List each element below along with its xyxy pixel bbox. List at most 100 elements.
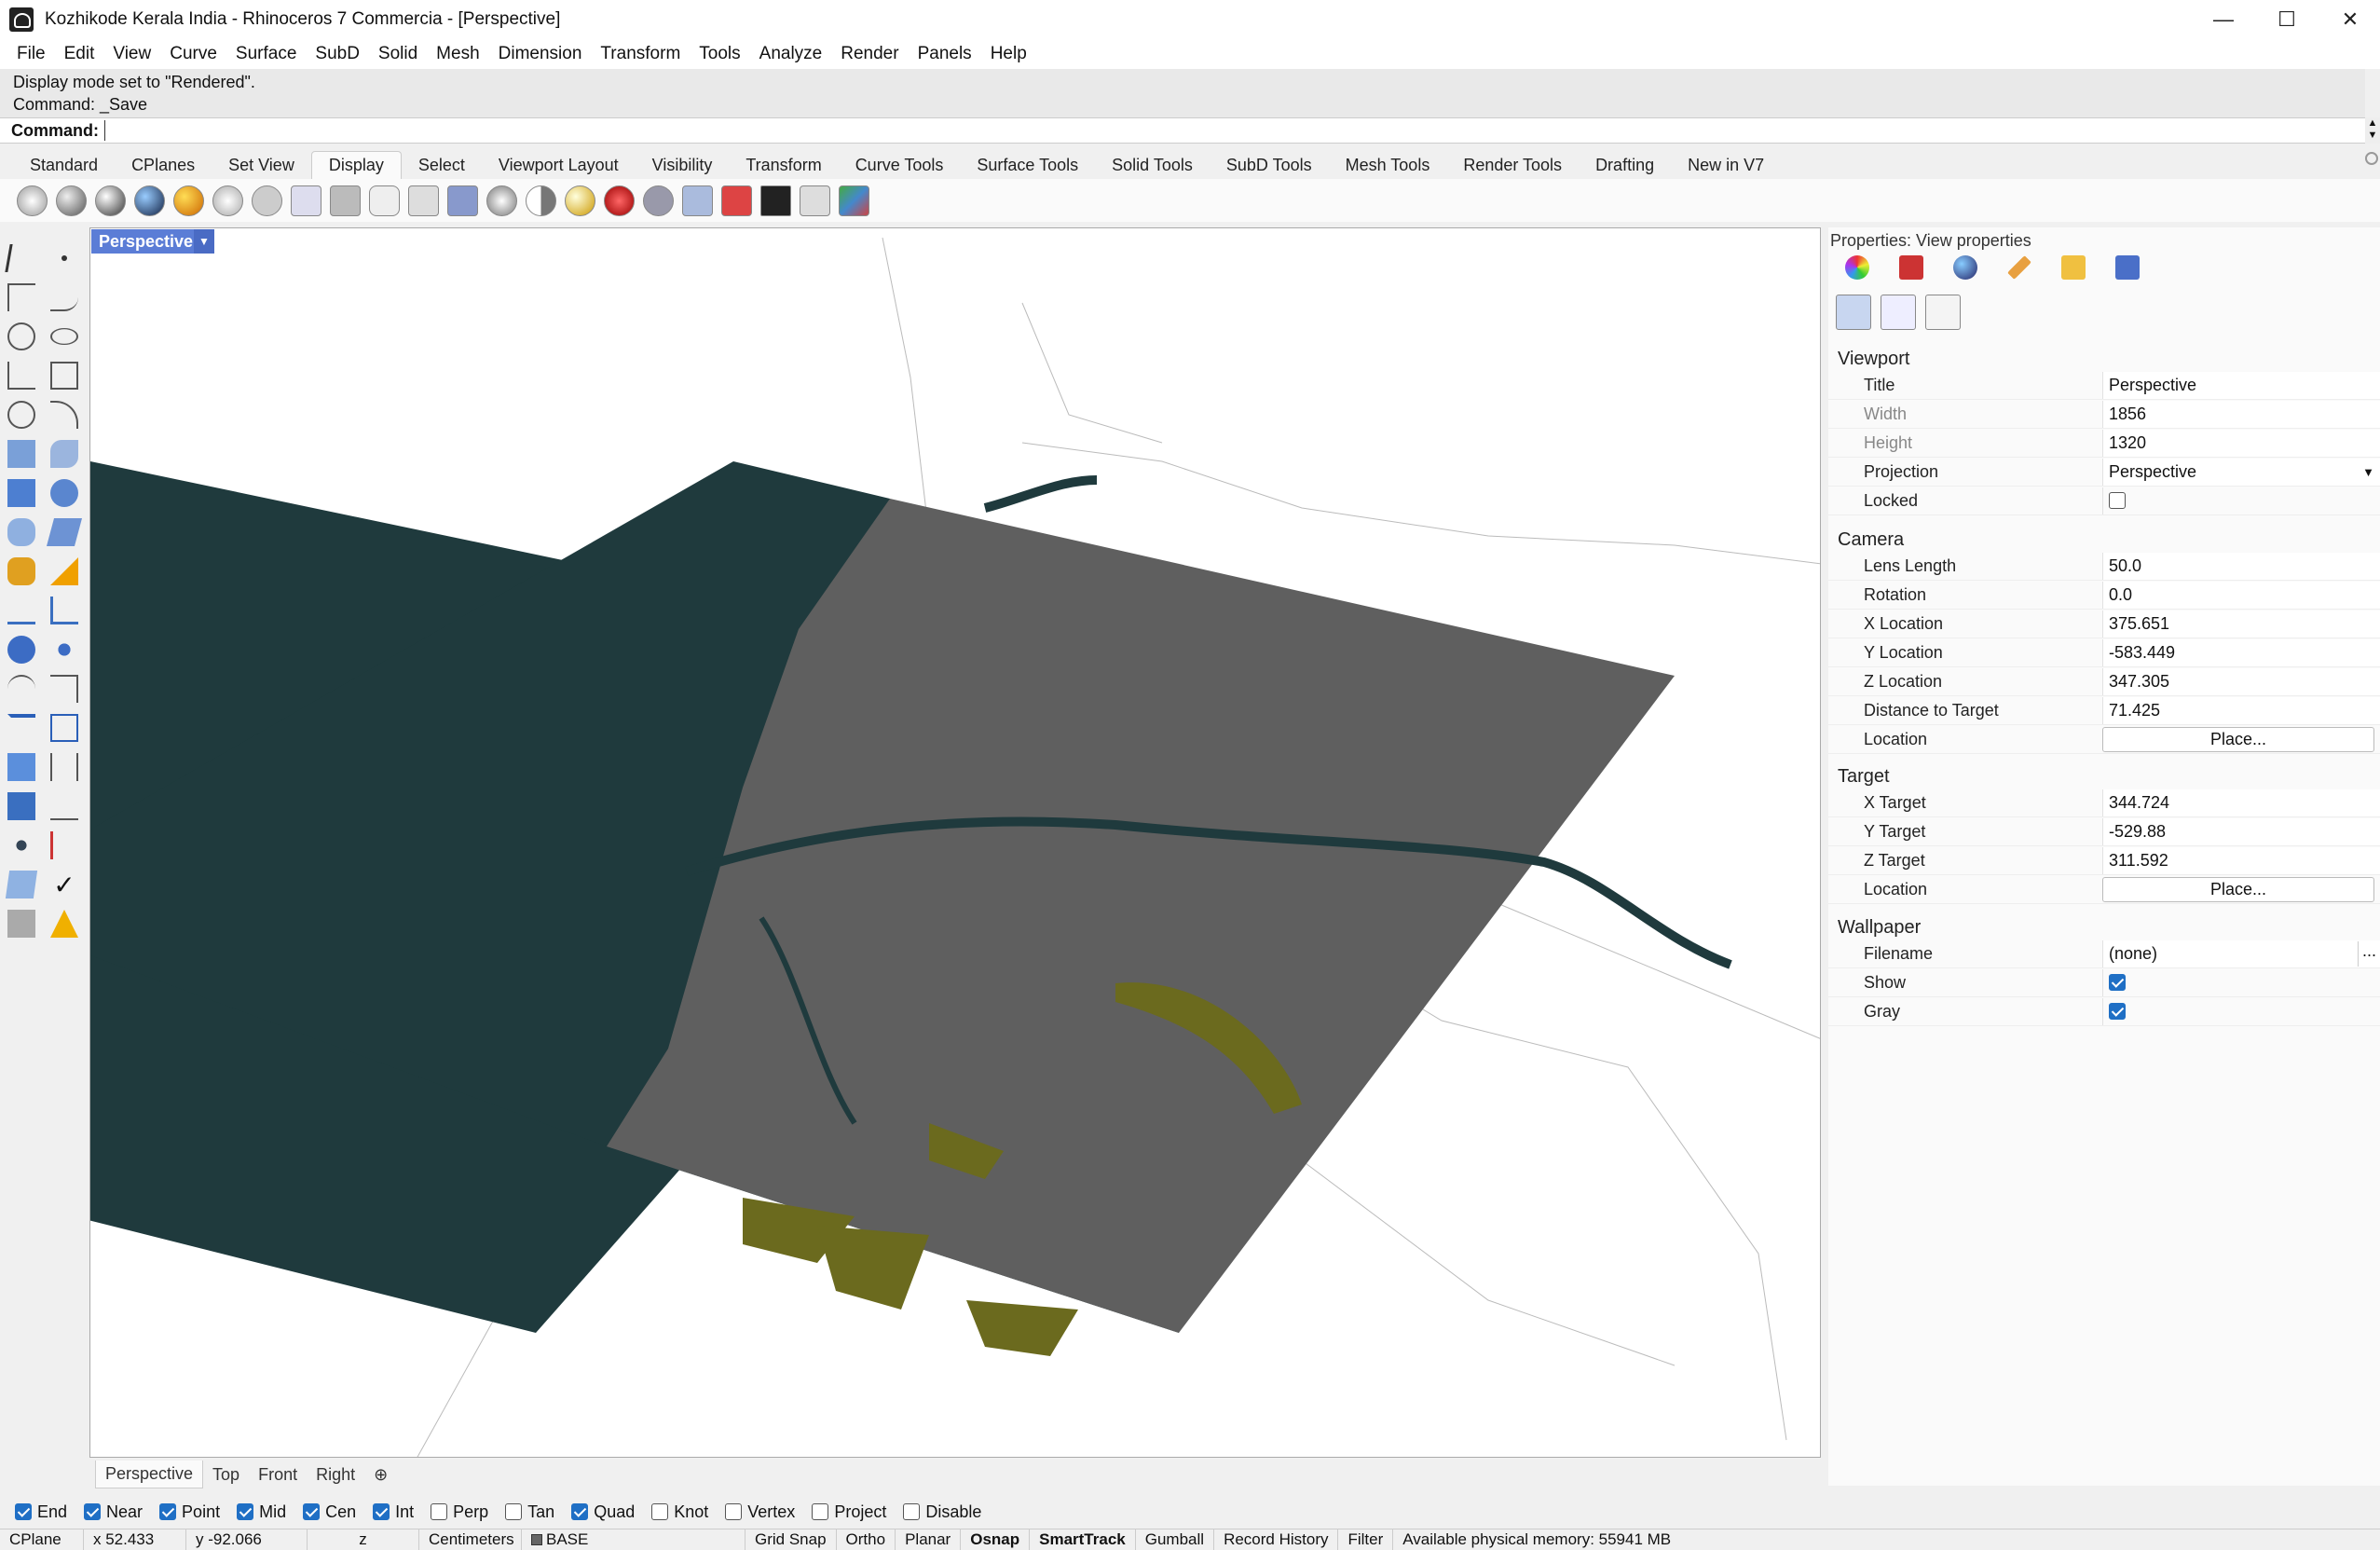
osnap-perp[interactable]: Perp — [431, 1502, 488, 1522]
fillet-icon[interactable] — [7, 675, 35, 703]
osnap-project-checkbox[interactable] — [812, 1503, 829, 1520]
vtab-top[interactable]: Top — [203, 1461, 249, 1488]
x-location-field[interactable]: 375.651 — [2102, 610, 2380, 638]
tab-transform[interactable]: Transform — [729, 152, 838, 179]
osnap-int-checkbox[interactable] — [373, 1503, 390, 1520]
half-sphere-icon[interactable] — [526, 185, 556, 216]
tab-standard[interactable]: Standard — [13, 152, 115, 179]
command-input[interactable] — [104, 120, 2322, 141]
chamfer-icon[interactable] — [50, 675, 78, 703]
group-icon[interactable] — [7, 792, 35, 820]
circle-icon[interactable] — [7, 322, 35, 350]
perspective-viewport[interactable] — [89, 227, 1821, 1458]
tab-viewport-layout[interactable]: Viewport Layout — [482, 152, 636, 179]
osnap-point[interactable]: Point — [159, 1502, 220, 1522]
minimize-button[interactable]: — — [2192, 0, 2255, 39]
block-icon[interactable] — [7, 910, 35, 938]
colored-box-icon[interactable] — [839, 185, 869, 216]
tab-visibility[interactable]: Visibility — [636, 152, 730, 179]
osnap-tan-checkbox[interactable] — [505, 1503, 523, 1520]
crosshair-icon[interactable] — [604, 185, 635, 216]
menu-help[interactable]: Help — [981, 44, 1036, 64]
vtab-front[interactable]: Front — [249, 1461, 307, 1488]
menu-render[interactable]: Render — [831, 44, 908, 64]
command-scroll[interactable]: ▲ ▼ — [2365, 117, 2380, 144]
gray-checkbox[interactable] — [2109, 1003, 2126, 1020]
menu-panels[interactable]: Panels — [909, 44, 981, 64]
x-target-field[interactable]: 344.724 — [2102, 789, 2380, 816]
osnap-disable[interactable]: Disable — [903, 1502, 981, 1522]
osnap-mid-checkbox[interactable] — [237, 1503, 254, 1520]
status-smarttrack[interactable]: SmartTrack — [1030, 1529, 1136, 1550]
osnap-end[interactable]: End — [15, 1502, 67, 1522]
viewport-menu-chevron-icon[interactable]: ▼ — [194, 229, 214, 254]
osnap-vertex[interactable]: Vertex — [725, 1502, 795, 1522]
status-filter[interactable]: Filter — [1338, 1529, 1394, 1550]
text-icon[interactable] — [7, 714, 35, 742]
light-bulb-icon[interactable] — [565, 185, 595, 216]
camera-icon[interactable] — [1836, 295, 1871, 330]
mesh-plane-icon[interactable] — [46, 518, 83, 546]
osnap-near-checkbox[interactable] — [84, 1503, 102, 1520]
curve-icon[interactable] — [50, 283, 78, 311]
rotation-field[interactable]: 0.0 — [2102, 581, 2380, 609]
ruler-icon[interactable] — [50, 792, 78, 820]
join-icon[interactable] — [7, 636, 35, 664]
warning-icon[interactable] — [50, 910, 78, 938]
tab-curve-tools[interactable]: Curve Tools — [839, 152, 961, 179]
mouse-outline-icon[interactable] — [369, 185, 400, 216]
polyline-icon[interactable] — [7, 283, 35, 311]
boolean-icon[interactable] — [50, 479, 78, 507]
target-icon[interactable] — [1881, 295, 1916, 330]
osnap-point-checkbox[interactable] — [159, 1503, 177, 1520]
menu-edit[interactable]: Edit — [55, 44, 104, 64]
osnap-near[interactable]: Near — [84, 1502, 143, 1522]
monitor-icon[interactable] — [760, 185, 791, 216]
y-target-field[interactable]: -529.88 — [2102, 817, 2380, 845]
osnap-project[interactable]: Project — [812, 1502, 886, 1522]
menu-mesh[interactable]: Mesh — [427, 44, 488, 64]
layout-icon[interactable] — [5, 871, 38, 898]
folder-icon[interactable] — [2061, 255, 2086, 280]
status-ortho[interactable]: Ortho — [837, 1529, 896, 1550]
osnap-knot-checkbox[interactable] — [651, 1503, 669, 1520]
distance-field[interactable]: 71.425 — [2102, 696, 2380, 724]
layers-icon[interactable] — [447, 185, 478, 216]
target-place-button[interactable]: Place... — [2102, 876, 2374, 902]
tab-mesh-tools[interactable]: Mesh Tools — [1329, 152, 1447, 179]
status-grid-snap[interactable]: Grid Snap — [745, 1529, 837, 1550]
gear-settings-icon[interactable] — [7, 557, 35, 585]
scale-icon[interactable] — [50, 714, 78, 742]
status-cplane[interactable]: CPlane — [0, 1529, 84, 1550]
shaded-icon[interactable] — [56, 185, 87, 216]
cylinder-icon[interactable] — [7, 518, 35, 546]
status-units[interactable]: Centimeters — [419, 1529, 522, 1550]
close-button[interactable]: ✕ — [2318, 0, 2380, 39]
box-icon[interactable] — [800, 185, 830, 216]
rendered-icon[interactable] — [95, 185, 126, 216]
tab-surface-tools[interactable]: Surface Tools — [960, 152, 1095, 179]
delete-clip-icon[interactable] — [721, 185, 752, 216]
explode-icon[interactable] — [50, 636, 78, 664]
polygon-icon[interactable] — [7, 362, 35, 390]
filename-field[interactable]: (none)... — [2102, 940, 2380, 967]
tabs-gear-icon[interactable] — [2365, 152, 2378, 165]
named-view-icon[interactable] — [2115, 255, 2140, 280]
osnap-cen-checkbox[interactable] — [303, 1503, 321, 1520]
maximize-button[interactable]: ☐ — [2255, 0, 2318, 39]
osnap-end-checkbox[interactable] — [15, 1503, 32, 1520]
mirror-icon[interactable] — [50, 753, 78, 781]
menu-subd[interactable]: SubD — [306, 44, 369, 64]
osnap-mid[interactable]: Mid — [237, 1502, 286, 1522]
tab-drafting[interactable]: Drafting — [1579, 152, 1671, 179]
osnap-int[interactable]: Int — [373, 1502, 414, 1522]
camera-place-button[interactable]: Place... — [2102, 726, 2374, 752]
menu-view[interactable]: View — [103, 44, 160, 64]
menu-surface[interactable]: Surface — [226, 44, 306, 64]
ellipse-icon[interactable] — [50, 328, 78, 345]
tab-display[interactable]: Display — [310, 151, 402, 179]
point-icon[interactable] — [50, 244, 78, 272]
osnap-cen[interactable]: Cen — [303, 1502, 356, 1522]
grid-array-icon[interactable] — [7, 831, 35, 859]
dimension-icon[interactable] — [50, 557, 78, 585]
